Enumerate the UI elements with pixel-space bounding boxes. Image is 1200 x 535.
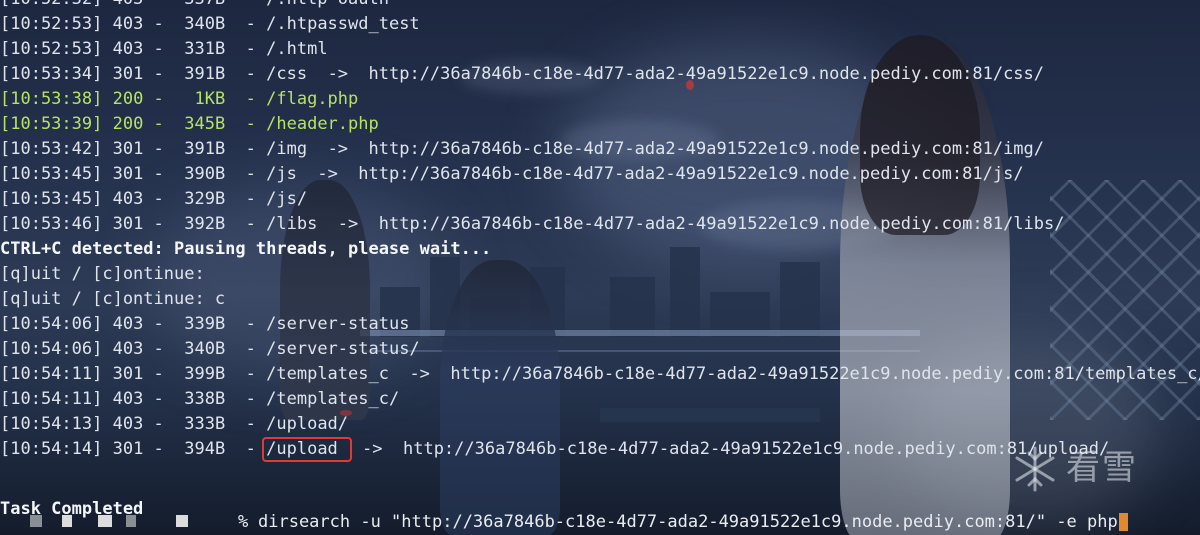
log-size: 1KB - <box>174 89 267 109</box>
terminal-line: [10:54:11] 403 - 338B - /templates_c/ <box>0 387 399 412</box>
log-arrow: -> <box>307 139 369 159</box>
log-path: /.htpasswd_test <box>266 14 420 34</box>
log-timestamp: [10:52:53] <box>0 14 113 34</box>
log-size: 340B - <box>174 14 267 34</box>
terminal-line: [10:53:46] 301 - 392B - /libs -> http://… <box>0 212 1065 237</box>
log-size: 340B - <box>174 339 267 359</box>
terminal-line: [10:54:06] 403 - 339B - /server-status <box>0 312 409 337</box>
log-status-code: 301 - <box>112 139 175 159</box>
log-redirect-url: http://36a7846b-c18e-4d77-ada2-49a91522e… <box>402 439 1110 459</box>
log-timestamp: [10:53:39] <box>0 114 113 134</box>
log-size: 339B - <box>174 314 267 334</box>
log-status-code: 403 - <box>112 14 175 34</box>
log-path: /server-status <box>266 314 410 334</box>
log-redirect-url: http://36a7846b-c18e-4d77-ada2-49a91522e… <box>378 214 1065 234</box>
snowflake-icon <box>1015 446 1055 492</box>
log-status-code: 301 - <box>112 164 175 184</box>
log-path: /flag.php <box>266 89 359 109</box>
log-path: /js/ <box>266 189 308 209</box>
log-timestamp: [10:53:45] <box>0 164 113 184</box>
log-timestamp: [10:53:34] <box>0 64 113 84</box>
quit-prompt: [q]uit / [c]ontinue: <box>0 264 205 284</box>
log-path: /css <box>266 64 308 84</box>
terminal-line: [10:53:45] 301 - 390B - /js -> http://36… <box>0 162 1024 187</box>
log-status-code: 301 - <box>112 64 175 84</box>
log-status-code: 301 - <box>112 214 175 234</box>
log-status-code: 301 - <box>112 364 175 384</box>
log-status-code: 200 - <box>112 89 175 109</box>
terminal-line: [10:53:42] 301 - 391B - /img -> http://3… <box>0 137 1044 162</box>
terminal-line: [10:54:06] 403 - 340B - /server-status/ <box>0 337 420 362</box>
terminal-line-partial: [10:52:32] 403 - 337B - /.http-oauth <box>0 0 389 12</box>
log-path: /js <box>266 164 297 184</box>
ctrl-c-message: CTRL+C detected: Pausing threads, please… <box>0 239 492 259</box>
log-status-code: 403 - <box>112 314 175 334</box>
terminal-line: [10:53:45] 403 - 329B - /js/ <box>0 187 307 212</box>
log-size: 392B - <box>174 214 267 234</box>
quit-prompt: [q]uit / [c]ontinue: c <box>0 289 226 309</box>
log-path: /templates_c/ <box>266 389 400 409</box>
terminal-line: [10:54:13] 403 - 333B - /upload/ <box>0 412 348 437</box>
log-status-code: 403 - <box>112 414 175 434</box>
log-arrow: -> <box>388 364 451 384</box>
log-timestamp: [10:54:14] <box>0 439 113 459</box>
log-path: /header.php <box>266 114 379 134</box>
log-arrow: -> <box>317 214 379 234</box>
log-status-code: 403 - <box>112 389 175 409</box>
log-timestamp: [10:53:46] <box>0 214 113 234</box>
log-size: 399B - <box>174 364 267 384</box>
log-redirect-url: http://36a7846b-c18e-4d77-ada2-49a91522e… <box>368 139 1045 159</box>
terminal-line: [10:53:39] 200 - 345B - /header.php <box>0 112 379 137</box>
log-size: 333B - <box>174 414 267 434</box>
log-status-code: 301 - <box>112 439 175 459</box>
log-size: 391B - <box>174 64 267 84</box>
log-size: 391B - <box>174 139 267 159</box>
log-timestamp: [10:54:06] <box>0 314 113 334</box>
log-timestamp: [10:54:11] <box>0 364 113 384</box>
log-size: 394B - <box>174 439 267 459</box>
log-size: 329B - <box>174 189 267 209</box>
log-arrow: -> <box>307 64 369 84</box>
log-status-code: 403 - <box>112 339 175 359</box>
highlight-box: /upload <box>262 437 352 462</box>
watermark-text: 看雪 <box>1066 448 1138 488</box>
log-size: 390B - <box>174 164 267 184</box>
terminal-line: [10:53:34] 301 - 391B - /css -> http://3… <box>0 62 1044 87</box>
log-redirect-url: http://36a7846b-c18e-4d77-ada2-49a91522e… <box>368 64 1045 84</box>
log-path: /.html <box>266 39 328 59</box>
terminal-line: [10:52:53] 403 - 340B - /.htpasswd_test <box>0 12 420 37</box>
terminal-line: [10:54:11] 301 - 399B - /templates_c -> … <box>0 362 1200 387</box>
log-status-code: 403 - <box>112 39 175 59</box>
shell-prompt[interactable]: % dirsearch -u "http://36a7846b-c18e-4d77… <box>0 510 1200 535</box>
log-timestamp: [10:54:11] <box>0 389 113 409</box>
terminal-line-highlighted: [10:54:14] 301 - 394B - /upload -> http:… <box>0 437 1109 462</box>
log-size: 331B - <box>174 39 267 59</box>
command-input[interactable]: dirsearch -u "http://36a7846b-c18e-4d77-… <box>258 510 1128 535</box>
log-size: 345B - <box>174 114 267 134</box>
log-timestamp: [10:53:42] <box>0 139 113 159</box>
log-arrow: -> <box>296 164 359 184</box>
kanxue-watermark: 看雪 <box>1010 438 1200 498</box>
log-redirect-url: http://36a7846b-c18e-4d77-ada2-49a91522e… <box>358 164 1024 184</box>
terminal-line: [10:52:53] 403 - 331B - /.html <box>0 37 328 62</box>
log-path: /libs <box>266 214 318 234</box>
log-status-code: 200 - <box>112 114 175 134</box>
log-timestamp: [10:53:38] <box>0 89 113 109</box>
prompt-symbol: % <box>238 512 249 532</box>
log-path: /upload/ <box>266 414 349 434</box>
log-status-code: 403 - <box>112 189 175 209</box>
log-path: /server-status/ <box>266 339 420 359</box>
log-size: 338B - <box>174 389 267 409</box>
text-cursor <box>1118 513 1128 531</box>
log-timestamp: [10:54:06] <box>0 339 113 359</box>
log-arrow: -> <box>351 439 403 459</box>
log-timestamp: [10:54:13] <box>0 414 113 434</box>
log-path: /templates_c <box>266 364 389 384</box>
log-timestamp: [10:52:53] <box>0 39 113 59</box>
terminal-line: [10:53:38] 200 - 1KB - /flag.php <box>0 87 358 112</box>
log-path: /img <box>266 139 308 159</box>
log-timestamp: [10:53:45] <box>0 189 113 209</box>
log-redirect-url: http://36a7846b-c18e-4d77-ada2-49a91522e… <box>450 364 1200 384</box>
